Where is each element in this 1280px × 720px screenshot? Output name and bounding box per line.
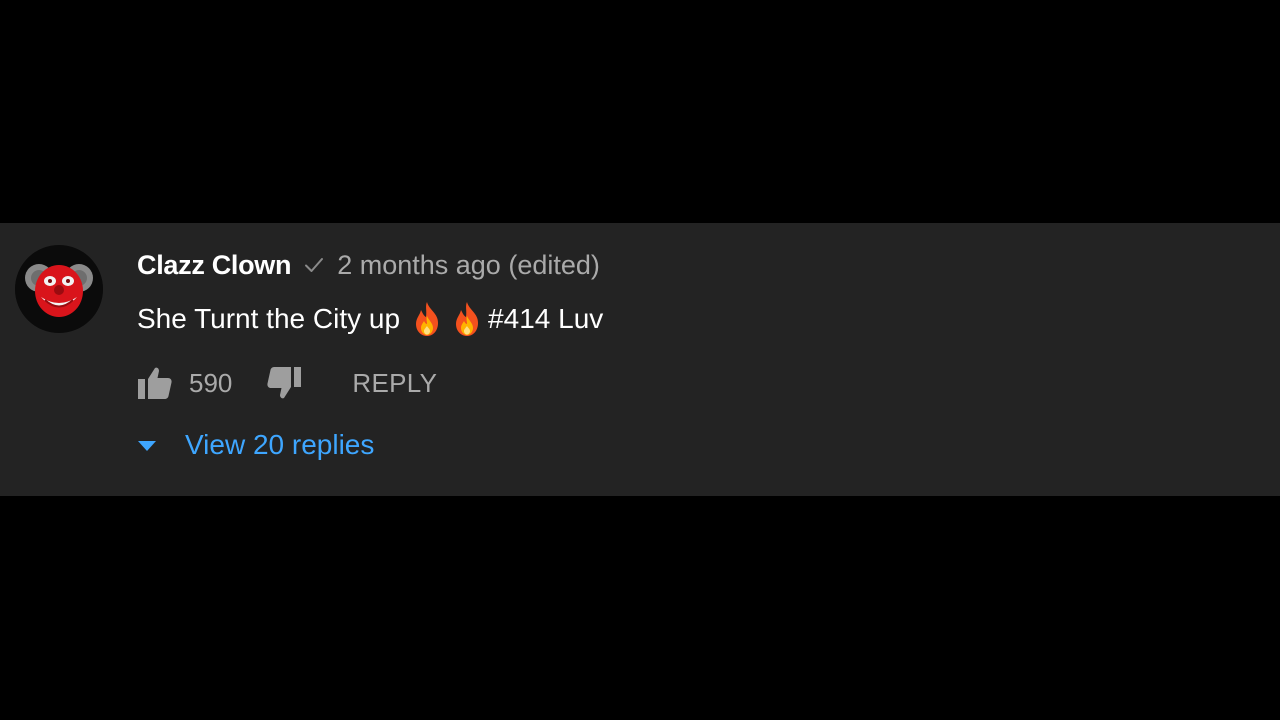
like-count: 590 <box>189 367 233 398</box>
fire-emoji-icon <box>450 300 484 338</box>
fire-emoji-icon <box>410 300 444 338</box>
comment-header: Clazz Clown 2 months ago (edited) <box>137 245 600 285</box>
reply-button[interactable]: REPLY <box>352 368 437 399</box>
comment-timestamp[interactable]: 2 months ago (edited) <box>337 250 600 281</box>
author-name[interactable]: Clazz Clown <box>137 250 292 281</box>
comment-actions: 590 REPLY <box>137 363 437 403</box>
dislike-button[interactable] <box>266 365 302 401</box>
comment-card: Clazz Clown 2 months ago (edited) She Tu… <box>0 223 1280 496</box>
clown-avatar-icon <box>15 245 103 333</box>
avatar[interactable] <box>15 245 103 333</box>
comment-text-end: #414 Luv <box>488 303 604 334</box>
caret-down-icon <box>137 439 157 451</box>
like-button[interactable] <box>137 365 173 401</box>
comment-text-start: She Turnt the City up <box>137 303 401 334</box>
view-replies-button[interactable]: View 20 replies <box>137 425 374 465</box>
thumbs-up-icon <box>138 367 172 399</box>
thumbs-down-icon <box>267 367 302 399</box>
comment-text: She Turnt the City up #414 Luv <box>137 298 603 340</box>
view-replies-label: View 20 replies <box>185 429 375 460</box>
verified-check-icon <box>303 254 325 276</box>
